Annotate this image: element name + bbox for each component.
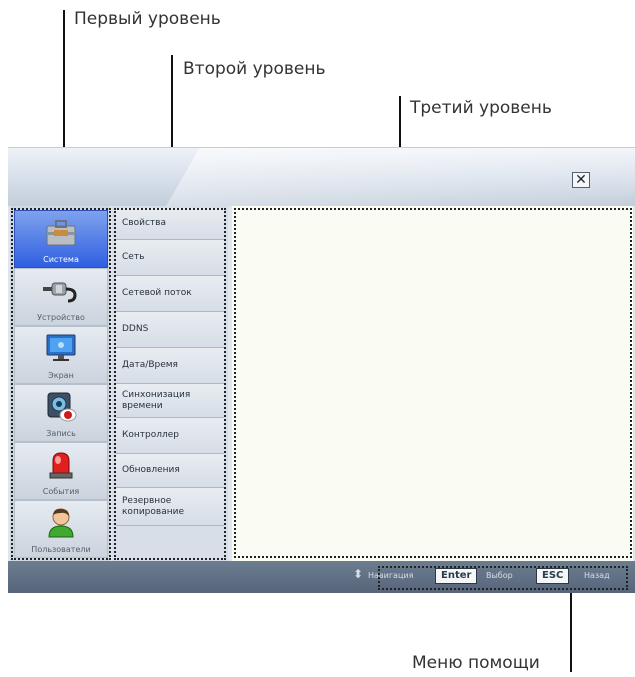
menu-item-device[interactable]: Устройство bbox=[14, 268, 108, 326]
submenu-item-controller[interactable]: Контроллер bbox=[116, 418, 224, 454]
menu-item-screen[interactable]: Экран bbox=[14, 326, 108, 384]
menu-item-label: Система bbox=[43, 255, 79, 264]
help-bar: ⬍ Навигация Enter Выбор ESC Назад bbox=[8, 561, 635, 593]
record-icon bbox=[47, 392, 77, 422]
submenu-item-backup[interactable]: Резервное копирование bbox=[116, 488, 224, 526]
level3-content-area bbox=[232, 206, 633, 561]
level1-menu: Система Устройство Экран Запись События … bbox=[10, 206, 110, 561]
submenu-item-ddns[interactable]: DDNS bbox=[116, 312, 224, 348]
enter-key: Enter bbox=[435, 568, 478, 584]
esc-key: ESC bbox=[536, 568, 570, 584]
navigate-arrows-icon: ⬍ bbox=[353, 567, 364, 581]
level2-callout-label: Второй уровень bbox=[183, 59, 326, 79]
cable-icon bbox=[43, 282, 77, 303]
menu-item-label: События bbox=[42, 487, 80, 496]
close-button[interactable]: ✕ bbox=[572, 172, 590, 188]
submenu-item-date-time[interactable]: Дата/Время bbox=[116, 348, 224, 384]
menu-item-events[interactable]: События bbox=[14, 442, 108, 500]
title-bar: ✕ bbox=[8, 148, 635, 206]
menu-item-label: Экран bbox=[48, 371, 74, 380]
navigate-hint-label: Навигация bbox=[368, 571, 414, 580]
close-icon: ✕ bbox=[575, 172, 587, 188]
menu-item-label: Запись bbox=[46, 429, 76, 438]
help-callout-label: Меню помощи bbox=[412, 653, 540, 673]
enter-hint-label: Выбор bbox=[486, 571, 513, 580]
menu-item-system[interactable]: Система bbox=[14, 210, 108, 268]
title-bar-decoration bbox=[164, 148, 635, 206]
submenu-item-network-stream[interactable]: Сетевой поток bbox=[116, 276, 224, 312]
toolbox-icon bbox=[46, 220, 76, 246]
menu-item-users[interactable]: Пользователи bbox=[14, 500, 108, 558]
menu-item-label: Устройство bbox=[37, 313, 85, 322]
esc-hint-label: Назад bbox=[584, 571, 610, 580]
submenu-item-properties[interactable]: Свойства bbox=[116, 208, 224, 240]
level1-callout-label: Первый уровень bbox=[74, 9, 221, 29]
level2-menu: Свойства Сеть Сетевой поток DDNS Дата/Вр… bbox=[112, 206, 228, 561]
menu-item-label: Пользователи bbox=[31, 545, 91, 554]
submenu-item-network[interactable]: Сеть bbox=[116, 240, 224, 276]
menu-item-record[interactable]: Запись bbox=[14, 384, 108, 442]
user-icon bbox=[48, 508, 74, 538]
level3-callout-label: Третий уровень bbox=[410, 98, 552, 118]
alarm-light-icon bbox=[49, 452, 73, 479]
help-callout-line bbox=[570, 586, 572, 672]
monitor-icon bbox=[46, 334, 76, 361]
submenu-item-updates[interactable]: Обновления bbox=[116, 454, 224, 488]
app-window: ✕ Система Устройство Экран Запись Событи… bbox=[8, 147, 635, 593]
submenu-item-time-sync[interactable]: Синхонизация времени bbox=[116, 384, 224, 418]
